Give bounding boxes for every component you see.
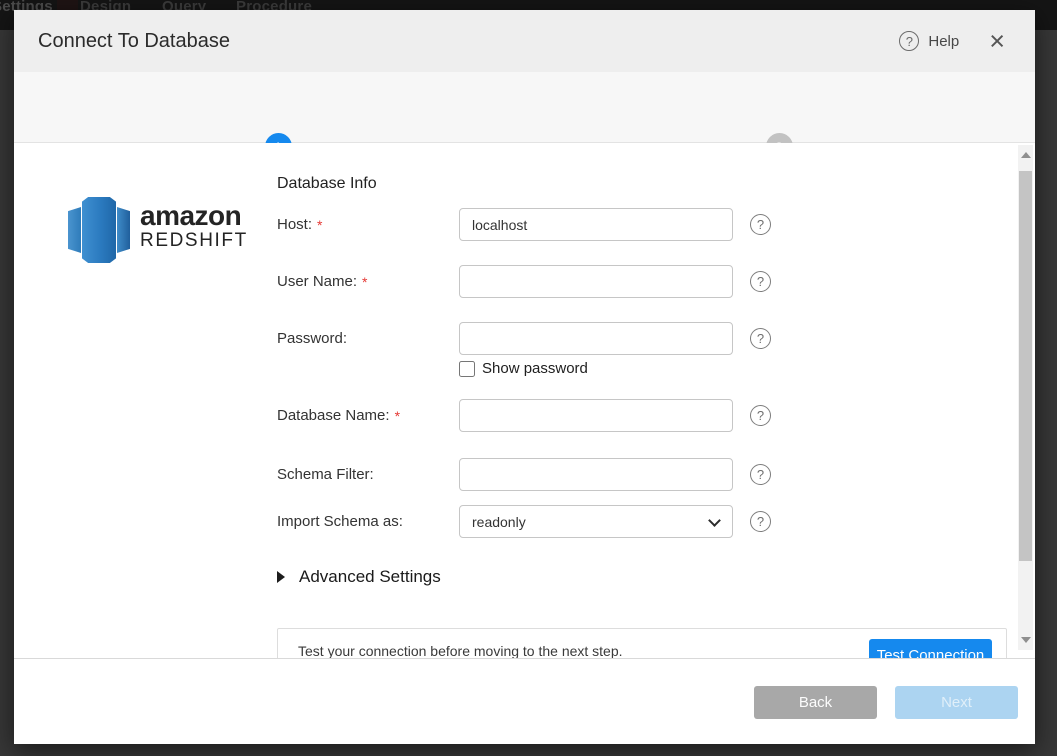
logo-redshift-text: REDSHIFT (140, 229, 248, 253)
close-icon[interactable]: × (989, 31, 1005, 51)
logo-amazon-text: amazon (140, 203, 248, 229)
required-asterisk: * (395, 408, 400, 424)
test-connection-button[interactable]: Test Connection (869, 639, 992, 658)
advanced-settings-toggle[interactable]: Advanced Settings (277, 567, 441, 587)
host-label: Host:* (277, 208, 457, 241)
password-input[interactable] (459, 322, 733, 355)
required-asterisk: * (362, 274, 367, 290)
password-label: Password: (277, 322, 457, 355)
dialog-content: amazon REDSHIFT Database Info Host:* ? U… (14, 143, 1035, 658)
amazon-redshift-logo: amazon REDSHIFT (68, 195, 248, 265)
schema-filter-label: Schema Filter: (277, 458, 457, 491)
database-name-help-icon[interactable]: ? (750, 405, 771, 426)
help-button[interactable]: Help (928, 33, 959, 50)
back-button[interactable]: Back (754, 686, 877, 719)
redshift-database-icon (68, 197, 130, 263)
scrollbar-thumb[interactable] (1019, 171, 1032, 561)
import-schema-selected-value: readonly (472, 514, 526, 530)
dialog-header: Connect To Database ? Help × (14, 10, 1035, 72)
username-label: User Name:* (277, 265, 457, 298)
scroll-up-icon[interactable] (1021, 152, 1031, 158)
test-connection-panel: Test your connection before moving to th… (277, 628, 1007, 658)
username-help-icon[interactable]: ? (750, 271, 771, 292)
dialog-title: Connect To Database (38, 30, 230, 53)
required-asterisk: * (317, 217, 322, 233)
username-input[interactable] (459, 265, 733, 298)
collapsed-arrow-icon (277, 571, 285, 583)
next-button[interactable]: Next (895, 686, 1018, 719)
database-name-input[interactable] (459, 399, 733, 432)
section-title-database-info: Database Info (277, 175, 377, 193)
connect-to-database-dialog: Connect To Database ? Help × 1 Configure… (14, 10, 1035, 744)
import-schema-help-icon[interactable]: ? (750, 511, 771, 532)
help-icon[interactable]: ? (899, 31, 919, 51)
step-indicator: 1 Configure Settings 2 Select Tables (14, 72, 1035, 143)
password-help-icon[interactable]: ? (750, 328, 771, 349)
import-schema-select[interactable]: readonly (459, 505, 733, 538)
database-name-label: Database Name:* (277, 399, 457, 432)
advanced-settings-label: Advanced Settings (299, 567, 441, 587)
import-schema-label: Import Schema as: (277, 505, 457, 538)
test-connection-hint: Test your connection before moving to th… (298, 643, 623, 658)
show-password-checkbox[interactable] (459, 361, 475, 377)
host-help-icon[interactable]: ? (750, 214, 771, 235)
host-input[interactable] (459, 208, 733, 241)
vertical-scrollbar[interactable] (1018, 145, 1033, 650)
dialog-footer: Back Next (14, 658, 1035, 744)
show-password-label[interactable]: Show password (482, 360, 588, 377)
scroll-down-icon[interactable] (1021, 637, 1031, 643)
show-password-row: Show password (459, 360, 588, 377)
schema-filter-input[interactable] (459, 458, 733, 491)
chevron-down-icon (708, 514, 721, 527)
schema-filter-help-icon[interactable]: ? (750, 464, 771, 485)
